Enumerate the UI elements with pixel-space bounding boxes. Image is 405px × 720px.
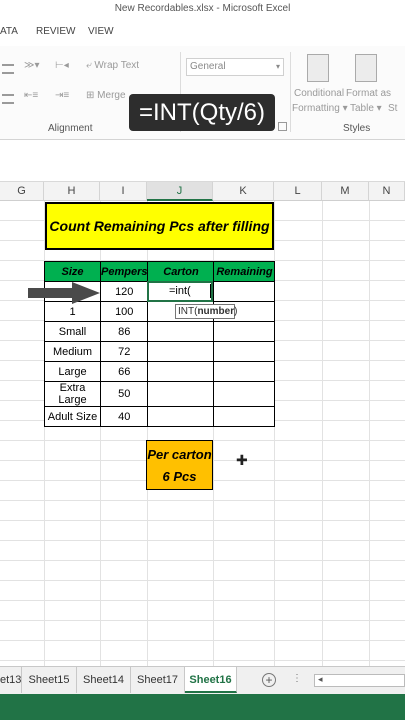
cell-cursor-icon: ✚: [236, 452, 248, 468]
merge-button[interactable]: ⊞ Merge: [86, 90, 126, 101]
size-cell[interactable]: 1: [44, 301, 101, 322]
size-cell[interactable]: Medium: [44, 341, 101, 362]
table-header-row: Size Pempers Carton Remaining: [44, 261, 276, 282]
format-as-table-label-2[interactable]: Table ▾: [350, 103, 382, 114]
conditional-formatting-icon[interactable]: [307, 54, 329, 82]
sheet-tab-13[interactable]: et13: [0, 667, 22, 693]
qty-cell[interactable]: 86: [99, 321, 149, 342]
number-format-select[interactable]: General ▾: [186, 58, 284, 76]
remaining-cell[interactable]: [213, 406, 276, 427]
qty-cell[interactable]: 40: [99, 406, 149, 427]
sheet-tab-17[interactable]: Sheet17: [131, 667, 185, 693]
tab-data[interactable]: ATA: [0, 26, 18, 37]
remaining-cell[interactable]: [213, 281, 276, 302]
size-cell[interactable]: Adult Size: [44, 406, 101, 427]
carton-cell[interactable]: [147, 381, 215, 407]
alignment-group-label: Alignment: [48, 123, 93, 134]
number-format-value: General: [190, 61, 226, 72]
more-icon[interactable]: ⋮: [292, 673, 302, 684]
format-as-table-icon[interactable]: [355, 54, 377, 82]
table-row: Medium 72: [44, 341, 276, 362]
carton-cell[interactable]: [147, 406, 215, 427]
carton-cell[interactable]: [147, 341, 215, 362]
per-carton-note[interactable]: Per carton 6 Pcs: [146, 440, 213, 490]
title-cell[interactable]: Count Remaining Pcs after filling: [45, 202, 274, 250]
header-pempers[interactable]: Pempers: [99, 261, 149, 282]
status-bar: [0, 694, 405, 720]
indent-icon[interactable]: ⊢◂: [55, 60, 69, 71]
text-caret: [210, 284, 211, 298]
function-tooltip: INT(number): [175, 304, 238, 319]
cell-styles-label[interactable]: St: [388, 103, 397, 114]
qty-cell[interactable]: 120: [99, 281, 149, 302]
formula-bar[interactable]: [0, 140, 405, 182]
sheet-tab-16[interactable]: Sheet16: [185, 667, 237, 693]
carton-cell[interactable]: [147, 321, 215, 342]
sheet-tab-15[interactable]: Sheet15: [22, 667, 77, 693]
tab-view[interactable]: VIEW: [88, 26, 114, 37]
remaining-cell[interactable]: [213, 381, 276, 407]
tooltip-argument[interactable]: number: [197, 306, 234, 317]
column-header-m[interactable]: M: [322, 182, 369, 201]
size-cell[interactable]: Small: [44, 321, 101, 342]
formula-overlay: =INT(Qty/6): [129, 94, 275, 131]
wrap-text-button[interactable]: ⤶ Wrap Text: [86, 60, 139, 71]
gridline: [369, 201, 370, 666]
column-header-g[interactable]: G: [0, 182, 44, 201]
header-size[interactable]: Size: [44, 261, 101, 282]
active-cell-text: =int(: [169, 285, 191, 297]
per-carton-line2: 6 Pcs: [162, 469, 197, 484]
carton-cell[interactable]: [147, 361, 215, 382]
conditional-formatting-label-1[interactable]: Conditional: [294, 88, 344, 99]
column-header-k[interactable]: K: [213, 182, 274, 201]
align-center-icon[interactable]: [2, 94, 14, 104]
table-row: Adult Size 40: [44, 406, 276, 427]
increase-indent-icon[interactable]: ⇥≡: [55, 90, 69, 101]
sheet-tab-bar: et13 Sheet15 Sheet14 Sheet17 Sheet16 + ⋮…: [0, 666, 405, 694]
header-remaining[interactable]: Remaining: [213, 261, 276, 282]
window-title: New Recordables.xlsx - Microsoft Excel: [0, 0, 405, 18]
qty-cell[interactable]: 72: [99, 341, 149, 362]
format-as-table-label-1[interactable]: Format as: [346, 88, 391, 99]
table-row: Small 86: [44, 321, 276, 342]
column-header-l[interactable]: L: [274, 182, 322, 201]
table-row: 1 100: [44, 301, 276, 322]
align-icon[interactable]: [2, 64, 14, 74]
remaining-cell[interactable]: [213, 361, 276, 382]
sheet-tab-14[interactable]: Sheet14: [77, 667, 131, 693]
remaining-cell[interactable]: [213, 321, 276, 342]
decrease-indent-icon[interactable]: ⇤≡: [24, 90, 38, 101]
tooltip-close: ): [234, 306, 238, 317]
qty-cell[interactable]: 50: [99, 381, 149, 407]
add-sheet-icon[interactable]: +: [262, 673, 276, 687]
tab-review[interactable]: REVIEW: [36, 26, 75, 37]
ribbon-tabs: ATA REVIEW VIEW: [0, 18, 405, 46]
header-carton[interactable]: Carton: [147, 261, 215, 282]
divider: [290, 52, 291, 132]
styles-group-label: Styles: [343, 123, 371, 134]
table-row: Extra Large 50: [44, 381, 276, 407]
remaining-cell[interactable]: [213, 341, 276, 362]
gridline: [322, 201, 323, 666]
dialog-launcher-icon[interactable]: [278, 122, 287, 131]
scroll-left-icon[interactable]: ◂: [318, 674, 323, 685]
column-header-j[interactable]: J: [147, 182, 213, 201]
table-row: Large 66: [44, 361, 276, 382]
size-cell[interactable]: Extra Large: [44, 381, 101, 407]
column-header-n[interactable]: N: [369, 182, 405, 201]
qty-cell[interactable]: 66: [99, 361, 149, 382]
orientation-icon[interactable]: ≫▾: [24, 60, 40, 71]
per-carton-line1: Per carton: [147, 447, 212, 462]
tooltip-function: INT(: [178, 306, 198, 317]
column-header-h[interactable]: H: [44, 182, 100, 201]
active-cell-editor[interactable]: =int(: [147, 281, 213, 302]
arrow-right-icon: [28, 282, 100, 304]
horizontal-scrollbar[interactable]: ◂: [314, 674, 405, 687]
conditional-formatting-label-2[interactable]: Formatting ▾: [292, 103, 348, 114]
chevron-down-icon: ▾: [275, 62, 280, 71]
qty-cell[interactable]: 100: [99, 301, 149, 322]
column-header-i[interactable]: I: [100, 182, 147, 201]
size-cell[interactable]: Large: [44, 361, 101, 382]
